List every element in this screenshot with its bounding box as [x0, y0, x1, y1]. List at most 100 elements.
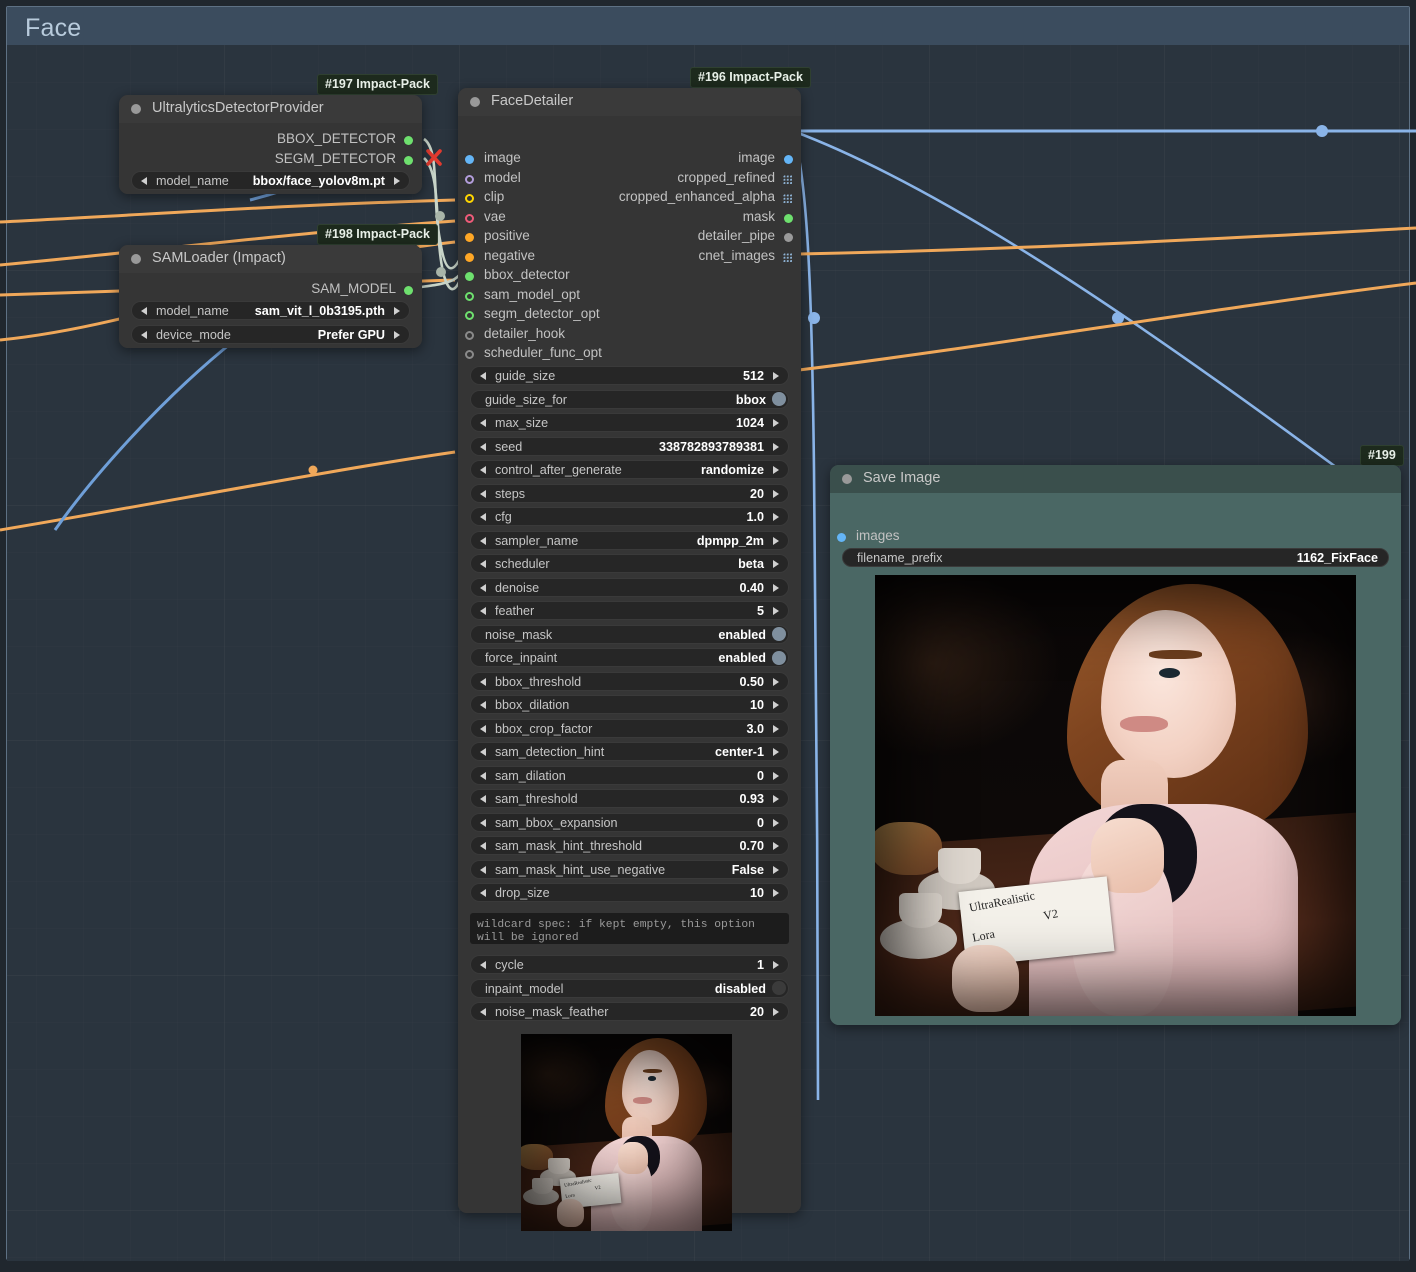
widget-sam-mask-hint-threshold[interactable]: sam_mask_hint_threshold 0.70	[470, 836, 789, 855]
input-slot-vae[interactable]: vae	[484, 209, 506, 229]
input-slot-scheduler-func-opt[interactable]: scheduler_func_opt	[484, 345, 602, 365]
widget-cfg[interactable]: cfg 1.0	[470, 507, 789, 526]
decrement-arrow-icon[interactable]	[480, 372, 486, 380]
increment-arrow-icon[interactable]	[394, 331, 400, 339]
decrement-arrow-icon[interactable]	[480, 889, 486, 897]
increment-arrow-icon[interactable]	[773, 842, 779, 850]
input-slot-segm-detector-opt[interactable]: segm_detector_opt	[484, 306, 600, 326]
widget-scheduler[interactable]: scheduler beta	[470, 554, 789, 573]
pin-segm-detector[interactable]	[404, 156, 413, 165]
widget-model-name[interactable]: model_name sam_vit_l_0b3195.pth	[131, 301, 410, 320]
decrement-arrow-icon[interactable]	[480, 865, 486, 874]
widget-guide-size-for[interactable]: guide_size_for bbox	[470, 389, 789, 409]
output-slot-cropped-refined[interactable]: cropped_refined	[677, 170, 775, 190]
comfyui-canvas[interactable]: Face #197 Impact-Pack UltralyticsDetecto…	[0, 0, 1416, 1272]
toggle-knob[interactable]	[772, 392, 786, 406]
pin-sam-model-opt[interactable]	[465, 291, 474, 301]
input-slot-model[interactable]: model	[484, 170, 521, 190]
node-titlebar[interactable]: FaceDetailer	[458, 88, 801, 116]
widget-noise-mask[interactable]: noise_mask enabled	[470, 624, 789, 644]
widget-seed[interactable]: seed 338782893789381	[470, 436, 789, 456]
node-facedetailer[interactable]: FaceDetailer image model clip vae positive ne…	[458, 88, 801, 1231]
widget-noise-mask-feather[interactable]: noise_mask_feather 20	[470, 1002, 789, 1021]
output-slot-detailer-pipe[interactable]: detailer_pipe	[698, 228, 775, 248]
output-slot-cropped-enhanced-alpha[interactable]: cropped_enhanced_alpha	[619, 189, 775, 209]
pin-images[interactable]	[837, 533, 846, 542]
pin-scheduler-func-opt[interactable]	[465, 350, 474, 359]
widget-sampler-name[interactable]: sampler_name dpmpp_2m	[470, 530, 789, 550]
node-titlebar[interactable]: SAMLoader (Impact)	[119, 245, 422, 273]
output-slot-mask[interactable]: mask	[743, 209, 775, 229]
increment-arrow-icon[interactable]	[773, 724, 779, 733]
widget-sam-bbox-expansion[interactable]: sam_bbox_expansion 0	[470, 812, 789, 832]
decrement-arrow-icon[interactable]	[480, 513, 486, 521]
decrement-arrow-icon[interactable]	[480, 701, 486, 709]
decrement-arrow-icon[interactable]	[480, 677, 486, 686]
node-titlebar[interactable]: UltralyticsDetectorProvider	[119, 95, 422, 123]
decrement-arrow-icon[interactable]	[480, 419, 486, 427]
input-slot-images[interactable]: images	[856, 528, 900, 548]
increment-arrow-icon[interactable]	[773, 372, 779, 380]
node-save-image[interactable]: Save Image images filename_prefix 1162_F…	[830, 465, 1401, 1025]
widget-drop-size[interactable]: drop_size 10	[470, 883, 789, 902]
increment-arrow-icon[interactable]	[773, 536, 779, 545]
increment-arrow-icon[interactable]	[773, 748, 779, 756]
node-collapse-dot[interactable]	[842, 474, 852, 484]
widget-model-name[interactable]: model_name bbox/face_yolov8m.pt	[131, 171, 410, 190]
increment-arrow-icon[interactable]	[773, 1008, 779, 1016]
input-slot-negative[interactable]: negative	[484, 248, 535, 268]
widget-steps[interactable]: steps 20	[470, 483, 789, 503]
increment-arrow-icon[interactable]	[773, 489, 779, 498]
increment-arrow-icon[interactable]	[773, 889, 779, 897]
pin-model[interactable]	[465, 174, 474, 184]
decrement-arrow-icon[interactable]	[141, 177, 147, 185]
increment-arrow-icon[interactable]	[394, 307, 400, 315]
increment-arrow-icon[interactable]	[394, 177, 400, 185]
toggle-knob[interactable]	[772, 627, 786, 641]
pin-vae[interactable]	[465, 213, 474, 223]
pin-bbox-detector[interactable]	[404, 136, 413, 145]
pin-cropped-enhanced-alpha[interactable]	[783, 194, 793, 204]
pin-positive[interactable]	[465, 233, 474, 242]
widget-guide-size[interactable]: guide_size 512	[470, 366, 789, 385]
increment-arrow-icon[interactable]	[773, 442, 779, 451]
increment-arrow-icon[interactable]	[773, 771, 779, 780]
node-preview-image[interactable]: UltraRealistic Lora V2	[521, 1034, 732, 1231]
decrement-arrow-icon[interactable]	[480, 489, 486, 498]
decrement-arrow-icon[interactable]	[480, 536, 486, 545]
widget-bbox-dilation[interactable]: bbox_dilation 10	[470, 695, 789, 714]
toggle-knob[interactable]	[772, 981, 786, 995]
widget-inpaint-model[interactable]: inpaint_model disabled	[470, 978, 789, 998]
pin-cnet-images[interactable]	[783, 252, 793, 263]
output-slot-image[interactable]: image	[738, 150, 775, 170]
decrement-arrow-icon[interactable]	[480, 583, 486, 592]
increment-arrow-icon[interactable]	[773, 701, 779, 709]
increment-arrow-icon[interactable]	[773, 419, 779, 427]
widget-sam-threshold[interactable]: sam_threshold 0.93	[470, 789, 789, 808]
decrement-arrow-icon[interactable]	[480, 442, 486, 451]
group-title-bar[interactable]	[7, 7, 1409, 45]
pin-sam-model[interactable]	[404, 286, 413, 295]
increment-arrow-icon[interactable]	[773, 607, 779, 615]
pin-detailer-pipe[interactable]	[784, 233, 793, 242]
output-slot-bbox-detector[interactable]: BBOX_DETECTOR	[277, 131, 396, 151]
increment-arrow-icon[interactable]	[773, 818, 779, 827]
increment-arrow-icon[interactable]	[773, 795, 779, 803]
decrement-arrow-icon[interactable]	[480, 748, 486, 756]
node-samloader-impact[interactable]: SAMLoader (Impact) SAM_MODEL model_name …	[119, 245, 422, 348]
decrement-arrow-icon[interactable]	[480, 1008, 486, 1016]
node-ultralytics-detector-provider[interactable]: UltralyticsDetectorProvider BBOX_DETECTO…	[119, 95, 422, 194]
input-slot-clip[interactable]: clip	[484, 189, 504, 209]
pin-clip[interactable]	[465, 194, 474, 203]
increment-arrow-icon[interactable]	[773, 466, 779, 474]
decrement-arrow-icon[interactable]	[480, 842, 486, 850]
pin-image[interactable]	[465, 155, 474, 164]
node-preview-image[interactable]: UltraRealistic Lora V2	[875, 575, 1356, 1016]
output-slot-segm-detector[interactable]: SEGM_DETECTOR	[275, 151, 396, 171]
pin-bbox-detector[interactable]	[465, 272, 474, 281]
increment-arrow-icon[interactable]	[773, 865, 779, 874]
node-collapse-dot[interactable]	[470, 97, 480, 107]
decrement-arrow-icon[interactable]	[480, 607, 486, 615]
node-collapse-dot[interactable]	[131, 254, 141, 264]
widget-device-mode[interactable]: device_mode Prefer GPU	[131, 325, 410, 344]
